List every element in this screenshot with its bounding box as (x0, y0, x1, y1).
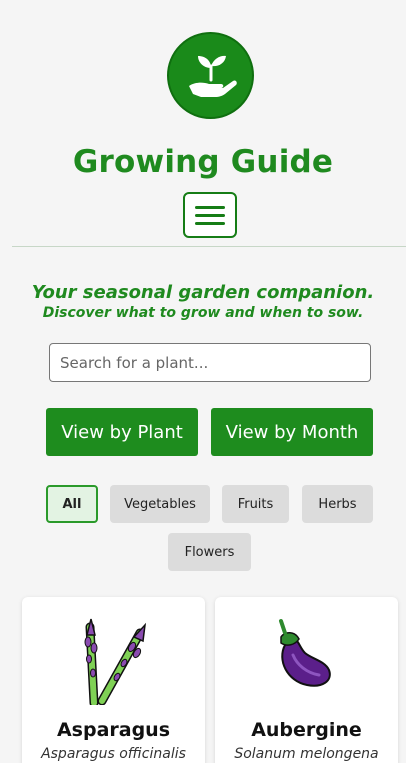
plant-latin-name: Solanum melongena (234, 746, 379, 762)
filter-chip-flowers[interactable]: Flowers (168, 533, 251, 571)
page-title: Growing Guide (72, 144, 334, 180)
filter-chip-fruits[interactable]: Fruits (222, 485, 289, 523)
hamburger-menu-icon-line (195, 221, 225, 225)
logo-icon (167, 32, 254, 119)
plant-name: Asparagus (56, 719, 171, 741)
subtagline: Discover what to grow and when to sow. (42, 305, 364, 321)
aubergine-icon (215, 615, 398, 707)
asparagus-icon (22, 615, 205, 707)
hamburger-menu-icon-line (195, 213, 225, 217)
hamburger-menu-icon (195, 205, 225, 209)
view-by-plant-button[interactable]: View by Plant (46, 408, 198, 456)
filter-chip-all[interactable]: All (46, 485, 98, 523)
tagline: Your seasonal garden companion. (31, 282, 375, 303)
search-input[interactable] (49, 343, 371, 382)
plant-card-asparagus[interactable]: Asparagus Asparagus officinalis (22, 597, 205, 763)
filter-chip-vegetables[interactable]: Vegetables (110, 485, 210, 523)
plant-card-aubergine[interactable]: Aubergine Solanum melongena (215, 597, 398, 763)
plant-latin-name: Asparagus officinalis (41, 746, 186, 762)
header-divider (12, 246, 406, 247)
plant-name: Aubergine (251, 719, 362, 741)
seedling-in-hand-icon (188, 55, 237, 97)
hamburger-menu-button[interactable] (183, 192, 237, 238)
filter-chip-herbs[interactable]: Herbs (302, 485, 373, 523)
view-by-month-button[interactable]: View by Month (211, 408, 373, 456)
